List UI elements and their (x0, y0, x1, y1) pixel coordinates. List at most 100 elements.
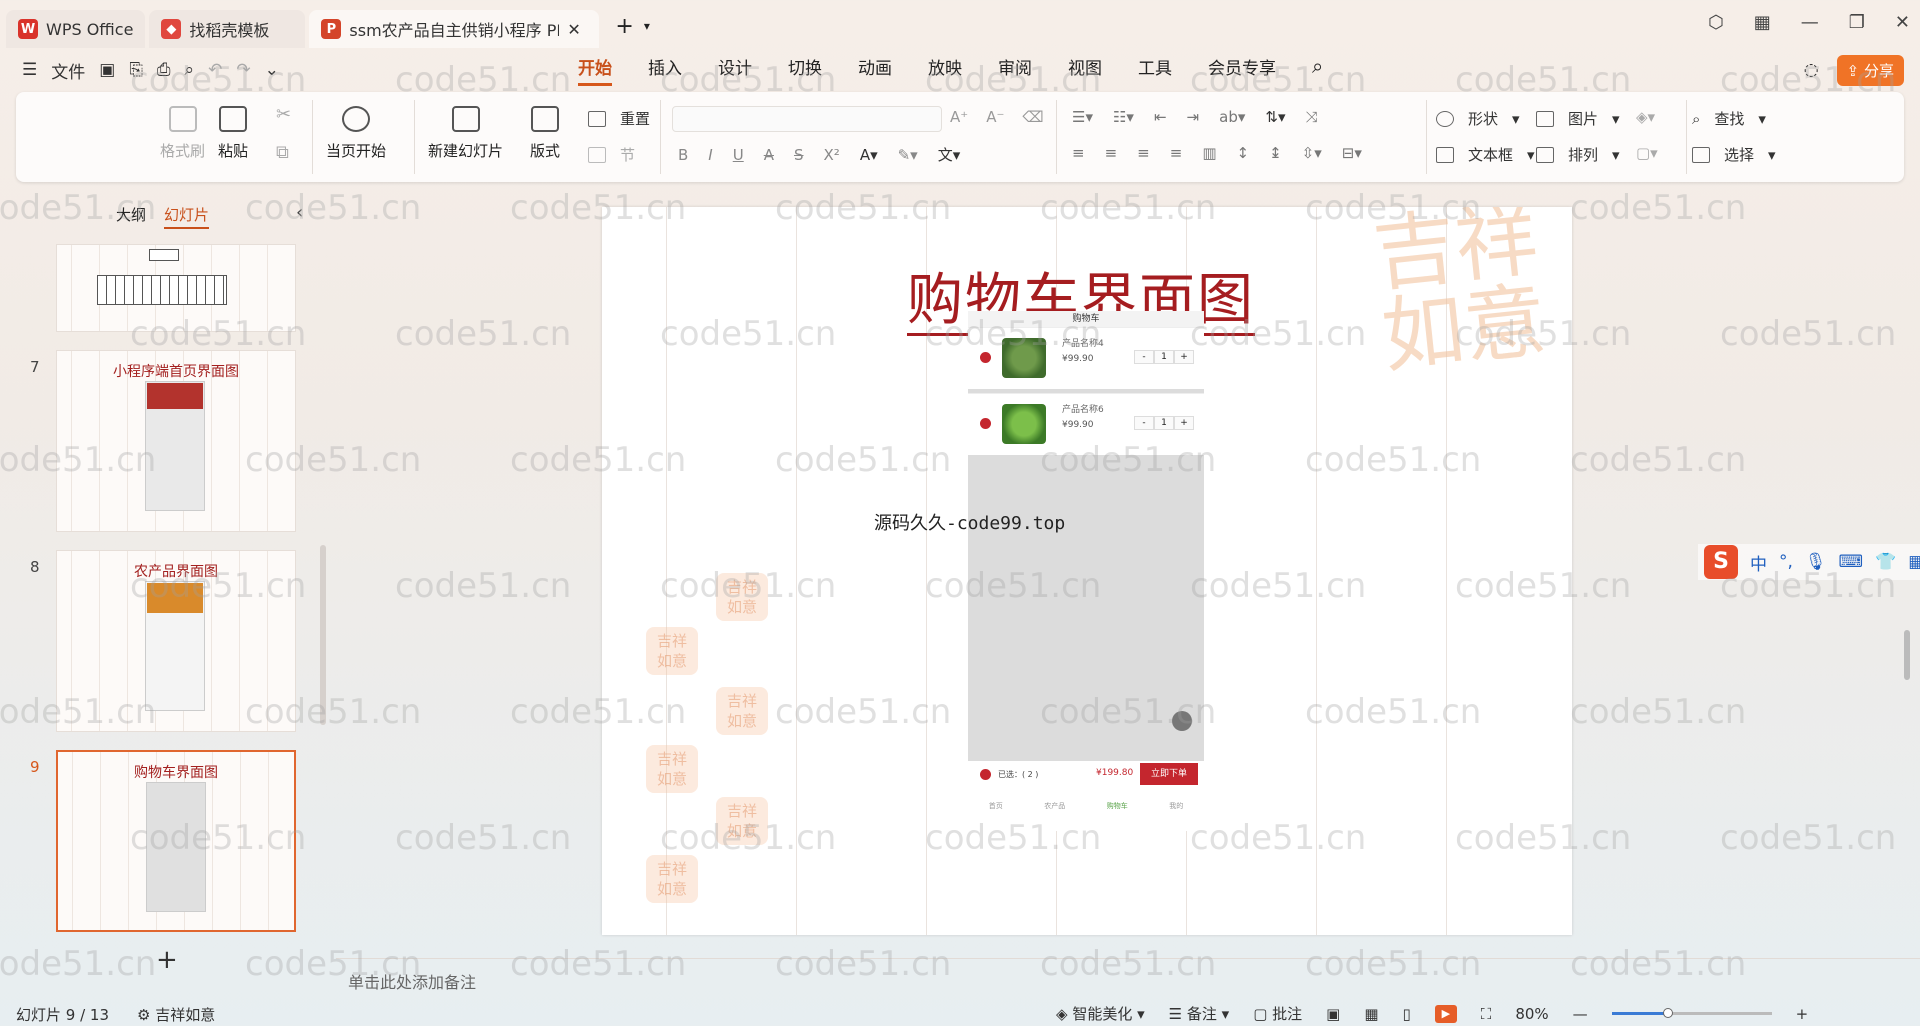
distribute-icon[interactable]: ▥ (1202, 144, 1216, 162)
format-painter-button[interactable]: 格式刷 (160, 106, 205, 161)
undo-icon[interactable]: ↶ (208, 60, 222, 80)
tab-outline[interactable]: 大纲 (116, 204, 146, 229)
ime-punctuation[interactable]: °, (1779, 552, 1793, 572)
grid-icon[interactable]: ▦ (1908, 552, 1920, 572)
shadow-icon[interactable]: S (794, 146, 804, 164)
align-left-icon[interactable]: ≡ (1072, 144, 1085, 162)
collapse-pane-icon[interactable]: ‹ (296, 202, 303, 223)
convert-icon[interactable]: ⤨ (1305, 108, 1317, 126)
picture-button[interactable]: 图片 ▾ (1536, 108, 1620, 129)
slide-thumbnail-8[interactable]: 农产品界面图 (56, 550, 296, 732)
sorter-view-icon[interactable]: ▦ (1364, 1005, 1378, 1023)
tab-review[interactable]: 审阅 (998, 54, 1032, 86)
reset-button[interactable]: 重置 (588, 108, 650, 129)
slide-caption[interactable]: 源码久久-code99.top (874, 509, 1065, 535)
slide-thumbnail-6[interactable] (56, 244, 296, 332)
fill-button[interactable]: ◈▾ (1636, 108, 1655, 126)
more-icon[interactable]: ⌄ (265, 60, 279, 80)
line-spacing-icon[interactable]: ↕ (1237, 144, 1250, 162)
sort-icon[interactable]: ⇅▾ (1265, 108, 1285, 126)
pane-scrollbar[interactable] (320, 545, 326, 725)
tab-transition[interactable]: 切换 (788, 54, 822, 86)
textbox-button[interactable]: 文本框 ▾ (1436, 144, 1535, 165)
align-right-icon[interactable]: ≡ (1137, 144, 1150, 162)
zoom-out-icon[interactable]: — (1573, 1005, 1588, 1023)
notes-area[interactable]: 单击此处添加备注 (336, 958, 1920, 998)
close-icon[interactable]: ✕ (1895, 12, 1910, 33)
highlight-icon[interactable]: ✎▾ (898, 146, 918, 164)
bullets-icon[interactable]: ☰▾ (1072, 108, 1093, 126)
menu-icon[interactable]: ☰ (22, 60, 37, 80)
strikethrough-icon[interactable]: A (764, 146, 774, 164)
reading-view-icon[interactable]: ▯ (1403, 1005, 1411, 1023)
zoom-in-icon[interactable]: + (1796, 1005, 1809, 1023)
theme-name[interactable]: ⚙ 吉祥如意 (137, 1004, 215, 1025)
file-menu[interactable]: 文件 (51, 58, 85, 83)
notes-button[interactable]: ☰ 备注 ▾ (1169, 1003, 1230, 1024)
fit-icon[interactable]: ⛶ (1481, 1005, 1492, 1023)
tab-view[interactable]: 视图 (1068, 54, 1102, 86)
grow-font-icon[interactable]: A⁺ (950, 108, 968, 126)
export-icon[interactable]: ⎘ (129, 60, 143, 80)
slide-canvas[interactable]: 吉祥如意 购物车界面图 吉祥 如意 吉祥 如意 吉祥 如意 吉祥 如意 吉祥 如意 吉祥如… (602, 207, 1572, 935)
slide-thumbnail-7[interactable]: 小程序端首页界面图 (56, 350, 296, 532)
zoom-slider[interactable] (1611, 1008, 1772, 1018)
restore-icon[interactable]: ❐ (1849, 12, 1865, 33)
font-color-icon[interactable]: A▾ (860, 146, 878, 164)
keyboard-icon[interactable]: ⌨ (1839, 552, 1864, 572)
minimize-icon[interactable]: — (1801, 12, 1819, 33)
tab-slideshow[interactable]: 放映 (928, 54, 962, 86)
increase-indent-icon[interactable]: ⇥ (1187, 108, 1200, 126)
microphone-icon[interactable]: 🎙 (1805, 552, 1827, 572)
text-direction-icon[interactable]: ab▾ (1219, 108, 1245, 126)
numbering-icon[interactable]: ☷▾ (1113, 108, 1134, 126)
comment-button[interactable]: ▢ 批注 (1253, 1003, 1302, 1024)
arrange-button[interactable]: 排列 ▾ (1536, 144, 1620, 165)
ime-language[interactable]: 中 (1750, 550, 1767, 575)
tab-document[interactable]: P ssm农产品自主供销小程序 PP ✕ (309, 10, 600, 48)
paste-button[interactable]: 粘贴 (218, 106, 248, 161)
tab-template[interactable]: ◆ 找稻壳模板 (149, 10, 306, 48)
chat-icon[interactable]: ◌ (1804, 60, 1819, 80)
cut-icon[interactable]: ✂ (276, 104, 291, 125)
layout-button[interactable]: 版式 (530, 106, 560, 161)
shape-button[interactable]: 形状 ▾ (1436, 108, 1520, 129)
new-tab-icon[interactable]: + (615, 14, 633, 39)
add-slide-icon[interactable]: + (156, 945, 178, 975)
underline-icon[interactable]: U (733, 146, 744, 164)
decrease-indent-icon[interactable]: ⇤ (1154, 108, 1167, 126)
editor-scrollbar[interactable] (1904, 630, 1910, 680)
para-spacing-icon[interactable]: ↨ (1269, 144, 1282, 162)
outline-button[interactable]: ▢▾ (1636, 144, 1658, 162)
column-icon[interactable]: ⇳▾ (1302, 144, 1322, 162)
tab-home[interactable]: 开始 (578, 54, 612, 86)
new-slide-button[interactable]: 新建幻灯片 (428, 106, 503, 161)
zoom-value[interactable]: 80% (1515, 1005, 1548, 1023)
play-icon[interactable]: ▶ (1434, 1004, 1457, 1023)
slide-thumbnail-9[interactable]: 购物车界面图 (56, 750, 296, 932)
avatar[interactable]: ▦ (1754, 12, 1771, 33)
bold-icon[interactable]: B (678, 146, 688, 164)
chevron-down-icon[interactable]: ▾ (644, 19, 650, 33)
tab-design[interactable]: 设计 (718, 54, 752, 86)
save-icon[interactable]: ▣ (99, 60, 115, 80)
tab-member[interactable]: 会员专享 (1208, 54, 1276, 86)
select-button[interactable]: 选择 ▾ (1692, 144, 1776, 165)
cube-icon[interactable]: ⬡ (1708, 12, 1724, 33)
print-icon[interactable]: ⎙ (157, 60, 171, 80)
sogou-logo-icon[interactable]: S (1704, 545, 1738, 579)
tab-slides[interactable]: 幻灯片 (164, 204, 210, 229)
start-current-button[interactable]: 当页开始 (326, 106, 386, 161)
section-button[interactable]: 节 (588, 144, 635, 165)
shrink-font-icon[interactable]: A⁻ (986, 108, 1004, 126)
italic-icon[interactable]: I (708, 146, 712, 164)
tab-animation[interactable]: 动画 (858, 54, 892, 86)
close-tab-icon[interactable]: ✕ (567, 20, 580, 39)
beautify-button[interactable]: ◈ 智能美化 ▾ (1056, 1003, 1145, 1024)
find-button[interactable]: ⌕ 查找 ▾ (1692, 108, 1766, 129)
redo-icon[interactable]: ↷ (236, 60, 250, 80)
superscript-icon[interactable]: X² (824, 146, 840, 164)
cart-screenshot[interactable]: 购物车 产品名称4 ¥99.90 - 1 + 产品名称6 ¥99.90 - 1 … (968, 311, 1204, 831)
align-center-icon[interactable]: ≡ (1105, 144, 1118, 162)
tab-tools[interactable]: 工具 (1138, 54, 1172, 86)
